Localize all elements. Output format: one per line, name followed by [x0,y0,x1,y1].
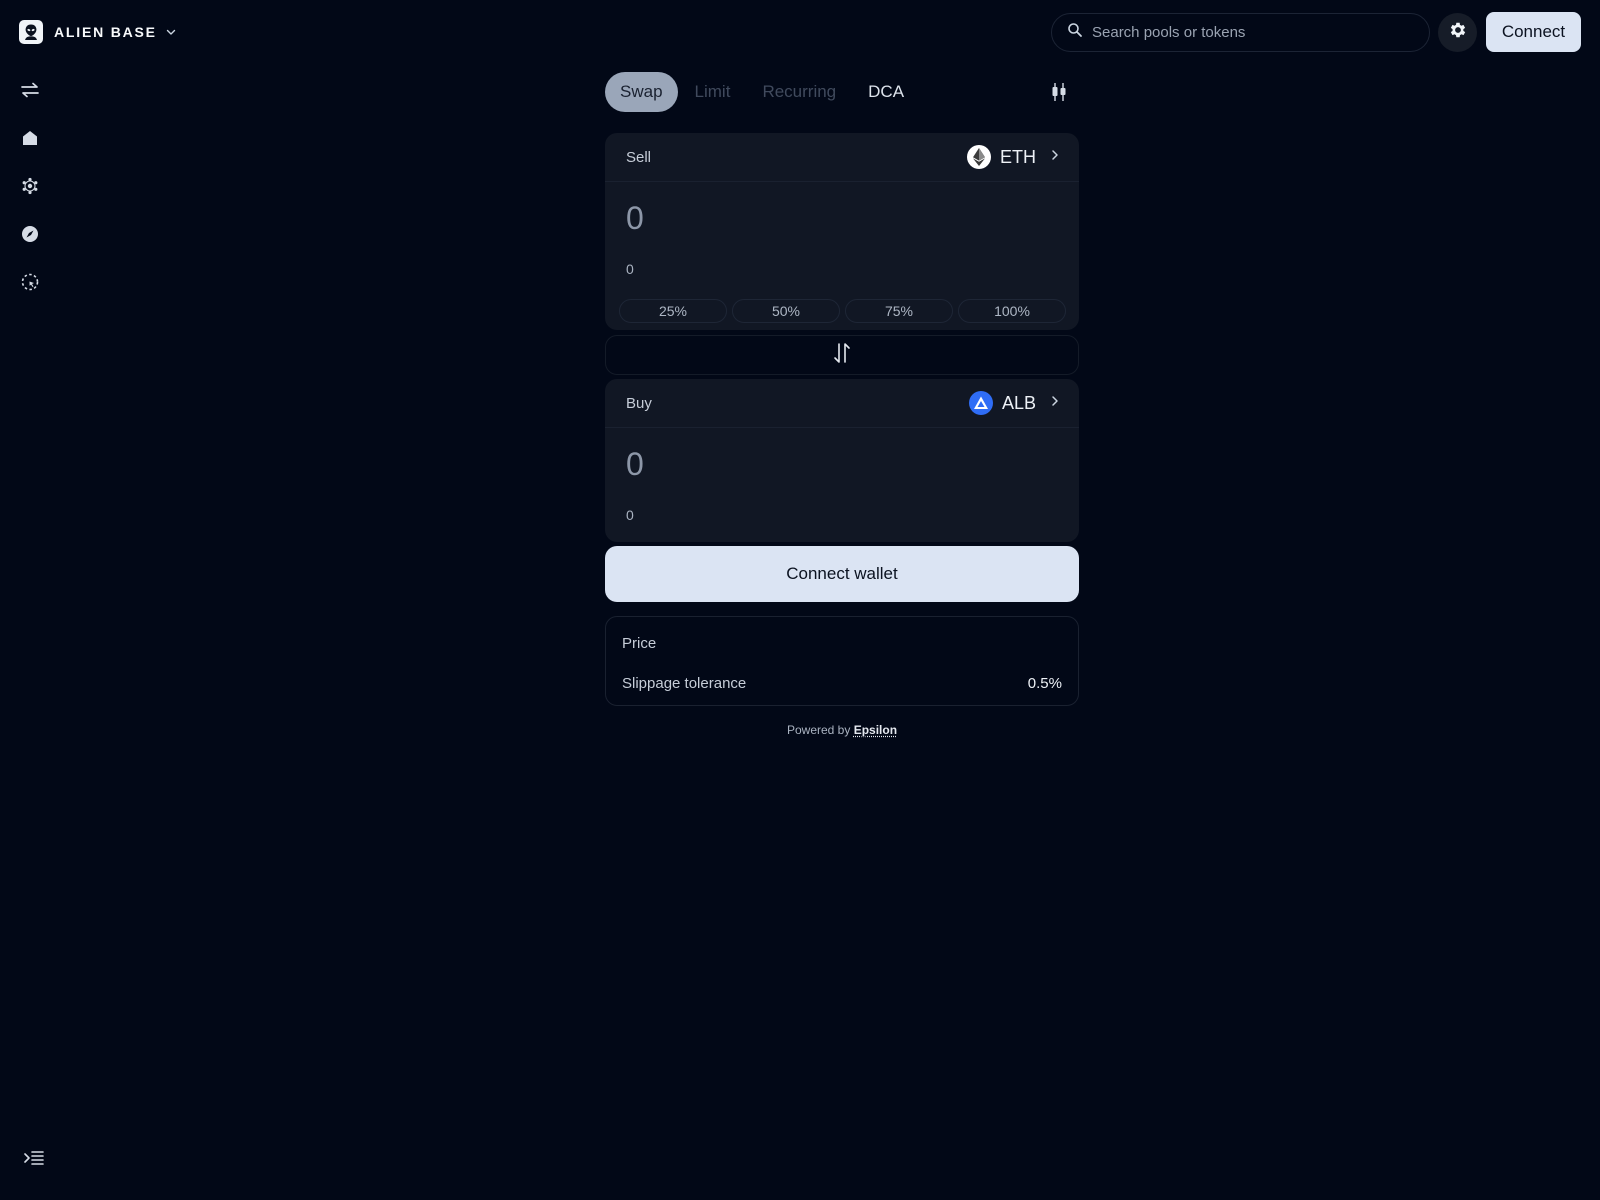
flip-arrows-icon [833,342,851,369]
percent-50-button[interactable]: 50% [732,299,840,323]
buy-label: Buy [626,394,652,412]
sidebar-item-swap[interactable] [19,81,41,103]
atom-icon [21,177,39,200]
buy-card: Buy ALB 0 0 [605,379,1079,542]
tab-swap[interactable]: Swap [605,72,678,112]
brand-logo[interactable]: ALIEN BASE [19,20,177,44]
flip-tokens-button[interactable] [605,335,1079,375]
percent-buttons: 25% 50% 75% 100% [619,299,1066,323]
sell-card-header: Sell ETH [605,133,1079,182]
brand-name: ALIEN BASE [54,24,157,40]
connect-wallet-button[interactable]: Connect wallet [605,546,1079,602]
settings-button[interactable] [1438,13,1477,52]
tab-recurring[interactable]: Recurring [747,72,851,112]
slippage-row[interactable]: Slippage tolerance 0.5% [622,675,1062,692]
search-icon [1067,22,1083,43]
percent-100-button[interactable]: 100% [958,299,1066,323]
gear-icon [1448,20,1468,45]
chevron-down-icon [165,26,177,38]
sidebar-expand-button[interactable] [24,1150,44,1171]
buy-card-header: Buy ALB [605,379,1079,428]
chart-toggle-button[interactable] [1050,82,1068,107]
powered-by: Powered by Epsilon [605,723,1079,737]
sell-card: Sell ETH 0 0 25% 50% 75% 100% [605,133,1079,330]
expand-menu-icon [24,1151,44,1170]
swap-arrows-icon [21,82,39,103]
compass-icon [21,225,39,248]
search-bar[interactable] [1051,13,1430,52]
alb-token-icon [968,391,993,415]
sell-label: Sell [626,148,652,166]
sell-usd-value: 0 [626,261,634,277]
tab-dca[interactable]: DCA [853,72,919,112]
buy-usd-value: 0 [626,507,634,523]
buy-token-symbol: ALB [1001,392,1036,413]
sidebar-item-points[interactable] [19,273,41,295]
home-icon [22,130,38,151]
swap-mode-tabs: Swap Limit Recurring DCA [605,72,1079,112]
buy-amount-input[interactable]: 0 [626,446,644,483]
connect-button[interactable]: Connect [1486,12,1581,52]
eth-token-icon [967,145,991,169]
percent-75-button[interactable]: 75% [845,299,953,323]
chevron-right-icon [1050,394,1060,412]
sidebar-item-home[interactable] [19,129,41,151]
swap-info-box: Price Slippage tolerance 0.5% [605,616,1079,706]
dashed-circle-icon [21,273,39,296]
buy-token-selector[interactable]: ALB [968,391,1060,415]
price-row: Price [622,635,1062,652]
search-input[interactable] [1092,24,1392,41]
percent-25-button[interactable]: 25% [619,299,727,323]
sidebar-item-explore[interactable] [19,225,41,247]
sell-token-selector[interactable]: ETH [967,145,1060,169]
powered-by-prefix: Powered by [786,723,851,737]
alien-logo-icon [19,20,43,44]
slippage-value: 0.5% [1027,675,1062,692]
sell-amount-input[interactable]: 0 [626,200,644,237]
epsilon-link[interactable]: Epsilon [854,723,897,737]
chevron-right-icon [1050,148,1060,166]
price-label: Price [622,635,657,652]
candlestick-chart-icon [1050,83,1068,106]
tab-limit[interactable]: Limit [680,72,746,112]
sidebar-item-pools[interactable] [19,177,41,199]
sell-token-symbol: ETH [1000,146,1036,167]
slippage-label: Slippage tolerance [622,675,747,692]
